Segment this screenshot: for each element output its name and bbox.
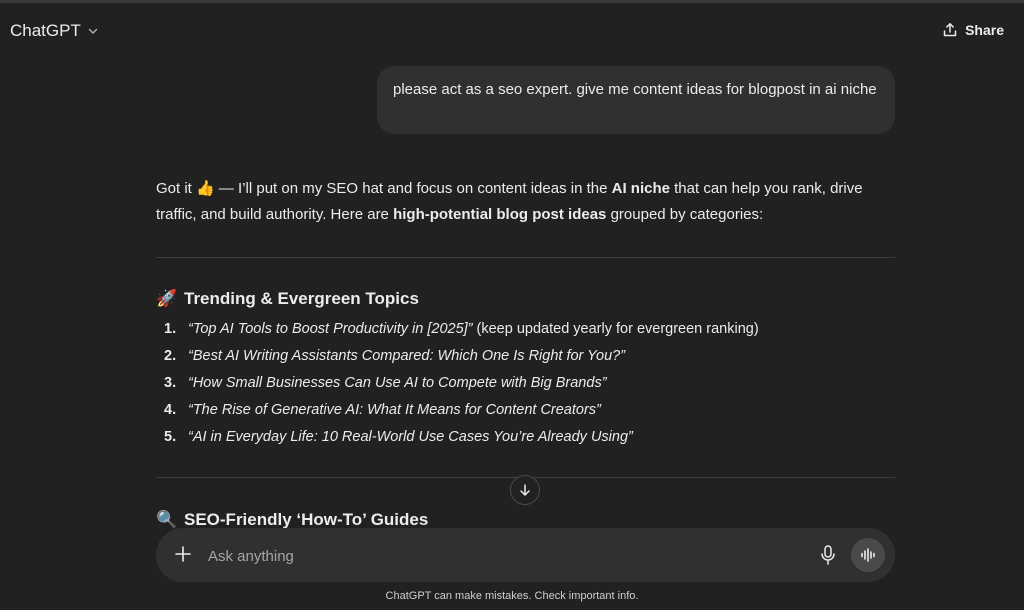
list-item-title: “The Rise of Generative AI: What It Mean… [188, 402, 601, 418]
user-message-bubble: please act as a seo expert. give me cont… [377, 66, 895, 134]
list-item-title: “Best AI Writing Assistants Compared: Wh… [188, 348, 626, 364]
user-message-text: please act as a seo expert. give me cont… [393, 81, 877, 98]
section-divider [156, 257, 895, 258]
reply-bold-text: high-potential blog post ideas [393, 206, 607, 223]
share-label: Share [965, 22, 1004, 38]
list-item: 2. “Best AI Writing Assistants Compared:… [164, 345, 884, 372]
message-composer [156, 528, 895, 582]
voice-mode-button[interactable] [851, 538, 885, 572]
reply-text: grouped by categories: [606, 206, 764, 223]
list-item-number: 2. [164, 348, 177, 364]
assistant-reply-intro: Got it 👍 — I’ll put on my SEO hat and fo… [156, 176, 896, 228]
arrow-down-icon [520, 484, 530, 496]
reply-bold-text: AI niche [611, 180, 670, 197]
microphone-icon[interactable] [818, 544, 838, 566]
list-item-note: (keep updated yearly for evergreen ranki… [472, 321, 759, 337]
list-item: 4. “The Rise of Generative AI: What It M… [164, 399, 884, 426]
list-item: 5. “AI in Everyday Life: 10 Real-World U… [164, 426, 884, 453]
list-item-title: “AI in Everyday Life: 10 Real-World Use … [188, 429, 633, 445]
section-heading-trending: 🚀 Trending & Evergreen Topics [156, 289, 419, 309]
rocket-icon: 🚀 [156, 289, 178, 308]
section-heading-text: Trending & Evergreen Topics [184, 289, 419, 308]
reply-text: Got it [156, 180, 197, 197]
idea-list: 1. “Top AI Tools to Boost Productivity i… [164, 318, 884, 453]
prompt-input[interactable] [206, 542, 790, 570]
disclaimer-text: ChatGPT can make mistakes. Check importa… [385, 590, 639, 602]
scroll-to-bottom-button[interactable] [510, 475, 540, 505]
plus-icon[interactable] [172, 543, 194, 565]
thumbs-up-emoji: 👍 [196, 180, 215, 197]
share-icon [943, 23, 957, 37]
list-item-number: 3. [164, 375, 177, 391]
reply-text: — I’ll put on my SEO hat and focus on co… [214, 180, 612, 197]
section-heading-text: SEO-Friendly ‘How-To’ Guides [184, 510, 429, 529]
list-item-number: 4. [164, 402, 177, 418]
model-picker-button[interactable]: ChatGPT [10, 19, 99, 43]
model-name: ChatGPT [10, 21, 81, 40]
magnifier-icon: 🔍 [156, 510, 178, 529]
chat-header: ChatGPT Share [0, 3, 1024, 55]
list-item-number: 1. [164, 321, 177, 337]
list-item-number: 5. [164, 429, 177, 445]
section-heading-how-to: 🔍 SEO-Friendly ‘How-To’ Guides [156, 510, 429, 530]
list-item-title: “How Small Businesses Can Use AI to Comp… [188, 375, 607, 391]
voice-mode-icon [861, 548, 875, 562]
list-item-title: “Top AI Tools to Boost Productivity in [… [188, 321, 473, 337]
chevron-down-icon [88, 28, 98, 34]
list-item: 1. “Top AI Tools to Boost Productivity i… [164, 318, 884, 345]
share-button[interactable]: Share [942, 19, 1004, 41]
list-item: 3. “How Small Businesses Can Use AI to C… [164, 372, 884, 399]
